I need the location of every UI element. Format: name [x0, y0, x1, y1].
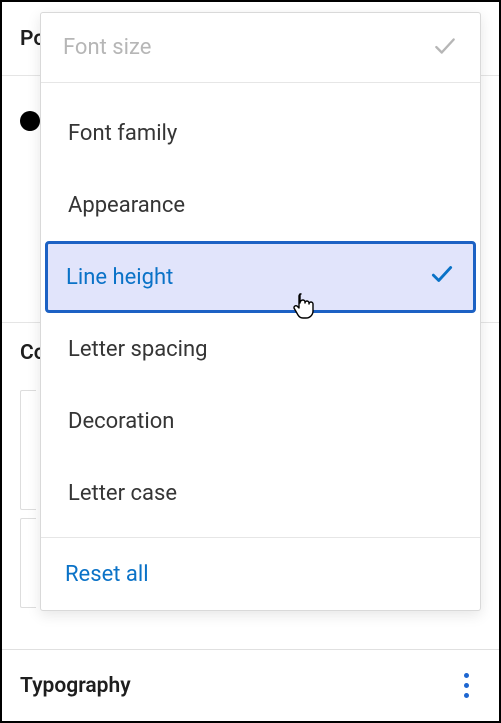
menu-item-label: Font family [68, 121, 177, 146]
menu-item-label: Letter spacing [68, 337, 208, 362]
typography-tools-popover: Font size Font family Appearance Line he… [40, 12, 481, 611]
popover-header: Font size [41, 13, 480, 83]
menu-item-label: Appearance [68, 193, 185, 218]
menu-item-font-family[interactable]: Font family [47, 97, 474, 169]
popover-items: Font family Appearance Line height Lette… [41, 83, 480, 538]
popover-footer: Reset all [41, 538, 480, 610]
settings-panel: Po Co Typography Font size [0, 0, 501, 723]
bg-outline-box-2 [20, 518, 36, 608]
check-icon [432, 33, 458, 63]
dot-icon [464, 693, 469, 698]
menu-item-line-height[interactable]: Line height [45, 241, 476, 313]
bg-outline-box-1 [20, 390, 36, 510]
typography-options-button[interactable] [454, 665, 479, 706]
menu-item-appearance[interactable]: Appearance [47, 169, 474, 241]
menu-item-label: Decoration [68, 409, 174, 434]
dot-icon [464, 673, 469, 678]
popover-header-label: Font size [63, 35, 151, 60]
menu-item-label: Letter case [68, 481, 177, 506]
typography-section-header[interactable]: Typography [2, 649, 499, 721]
menu-item-letter-case[interactable]: Letter case [47, 457, 474, 529]
reset-all-button[interactable]: Reset all [65, 562, 149, 587]
typography-title: Typography [20, 674, 131, 698]
menu-item-letter-spacing[interactable]: Letter spacing [47, 313, 474, 385]
menu-item-label: Line height [66, 265, 173, 290]
color-swatch-black [20, 111, 40, 131]
menu-item-decoration[interactable]: Decoration [47, 385, 474, 457]
check-icon [429, 261, 455, 293]
dot-icon [464, 683, 469, 688]
